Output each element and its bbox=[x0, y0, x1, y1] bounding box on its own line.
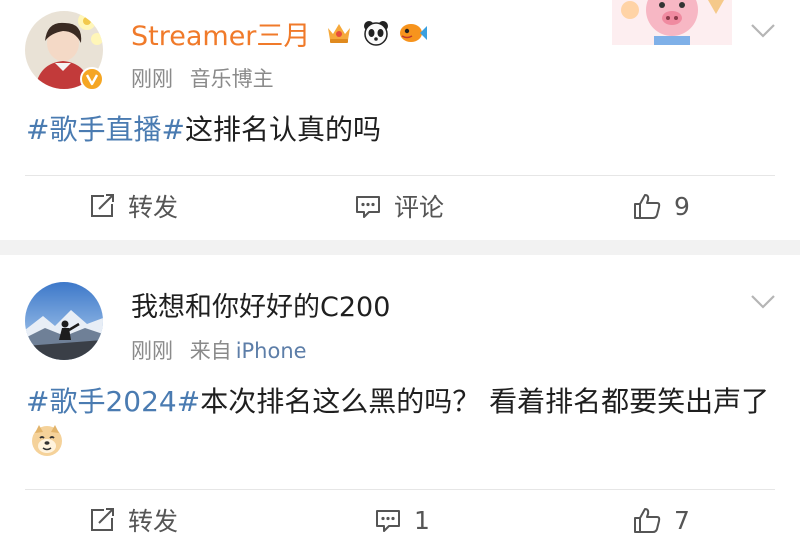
action-bar: 转发 评论 9 bbox=[0, 176, 800, 236]
doge-emoji-icon bbox=[30, 423, 64, 468]
comment-icon bbox=[376, 510, 400, 532]
post-card: 我想和你好好的C200 刚刚 来自 iPhone #歌手2024#本次排名这么黑的… bbox=[0, 255, 800, 546]
comment-icon bbox=[356, 196, 380, 218]
comment-button[interactable]: 1 bbox=[374, 490, 430, 550]
crown-icon bbox=[325, 20, 353, 55]
source-prefix: 来自 bbox=[189, 339, 232, 363]
avatar[interactable] bbox=[25, 282, 103, 360]
like-button[interactable]: 7 bbox=[632, 490, 690, 550]
repost-label: 转发 bbox=[128, 507, 179, 536]
post-body: 本次排名这么黑的吗？ 看着排名都要笑出声了 bbox=[200, 385, 770, 418]
post-meta: 刚刚 音乐博主 bbox=[131, 63, 284, 93]
comment-label: 评论 bbox=[394, 193, 445, 222]
like-count: 7 bbox=[674, 505, 690, 535]
chevron-down-icon[interactable] bbox=[750, 22, 776, 40]
post-text: #歌手2024#本次排名这么黑的吗？ 看着排名都要笑出声了 bbox=[26, 382, 770, 468]
repost-button[interactable]: 转发 bbox=[88, 490, 178, 550]
fish-icon bbox=[398, 20, 428, 55]
post-text: #歌手直播#这排名认真的吗 bbox=[26, 111, 770, 149]
comment-button[interactable]: 评论 bbox=[354, 176, 444, 236]
verified-icon bbox=[80, 67, 104, 91]
post-meta: 刚刚 来自 iPhone bbox=[131, 335, 317, 365]
post-card: Streamer三月 刚刚 音乐博主 #歌手直播#这排名认真的吗 转发 评论 9 bbox=[0, 0, 800, 240]
like-icon bbox=[634, 508, 661, 533]
comment-count: 1 bbox=[414, 505, 430, 535]
repost-button[interactable]: 转发 bbox=[88, 176, 178, 236]
topic-link[interactable]: #歌手2024# bbox=[26, 385, 200, 418]
topic-link[interactable]: #歌手直播# bbox=[26, 113, 185, 146]
panda-icon bbox=[362, 20, 390, 55]
username-row: Streamer三月 bbox=[131, 20, 428, 55]
username[interactable]: 我想和你好好的C200 bbox=[131, 291, 390, 325]
user-badge: 音乐博主 bbox=[189, 67, 274, 91]
source-link[interactable]: iPhone bbox=[236, 339, 307, 363]
post-time: 刚刚 bbox=[131, 339, 173, 363]
repost-icon bbox=[91, 508, 114, 531]
repost-label: 转发 bbox=[128, 193, 179, 222]
action-bar: 转发 1 7 bbox=[0, 490, 800, 550]
like-icon bbox=[634, 194, 661, 219]
like-count: 9 bbox=[674, 191, 690, 221]
like-button[interactable]: 9 bbox=[632, 176, 690, 236]
post-time: 刚刚 bbox=[131, 67, 173, 91]
pig-sticker-icon bbox=[612, 0, 732, 45]
post-body: 这排名认真的吗 bbox=[184, 113, 381, 146]
chevron-down-icon[interactable] bbox=[750, 293, 776, 311]
repost-icon bbox=[91, 194, 114, 217]
username[interactable]: Streamer三月 bbox=[131, 21, 310, 52]
feed-separator bbox=[0, 240, 800, 255]
